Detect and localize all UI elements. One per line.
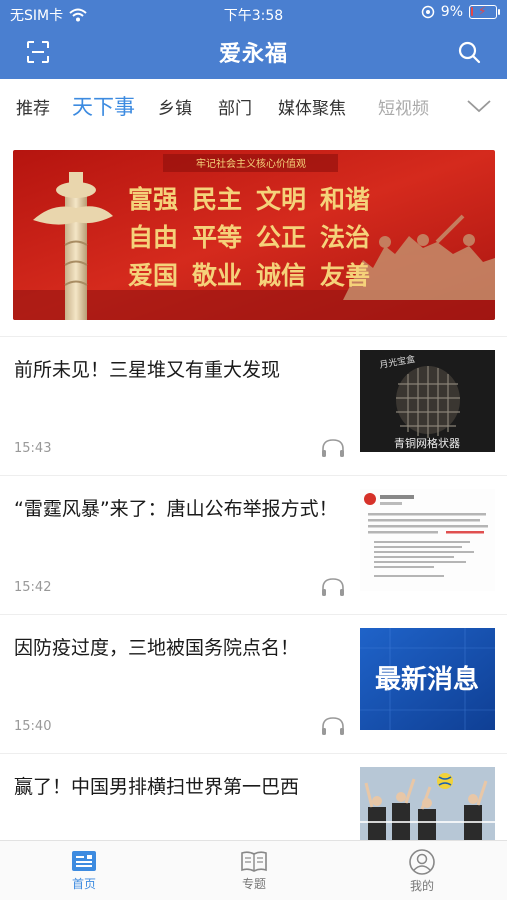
news-title[interactable]: “雷霆风暴”来了：唐山公布举报方式！ [14,492,344,526]
top-bar: 无SIM卡 下午3:58 9% ⚡ 爱永福 [0,0,507,79]
tab-world-news[interactable]: 天下事 [72,91,135,121]
tab-departments[interactable]: 部门 [218,94,252,119]
tab-media-focus[interactable]: 媒体聚焦 [278,94,346,119]
core-value-text: 文明 [256,185,306,214]
core-value-text: 诚信 [256,261,306,290]
news-title[interactable]: 前所未见！三星堆又有重大发现 [14,353,344,387]
nav-topics[interactable]: 专题 [214,849,294,892]
battery-icon: ⚡ [469,4,500,19]
chevron-down-icon[interactable] [465,93,493,119]
open-book-icon [241,851,267,872]
core-value-text: 平等 [192,223,242,252]
charging-bolt-icon: ⚡ [478,4,487,18]
headphones-icon[interactable] [320,437,346,459]
news-thumbnail[interactable] [360,489,495,591]
tab-townships[interactable]: 乡镇 [158,94,192,119]
core-value-text: 法治 [320,223,370,252]
core-value-text: 公正 [256,223,306,252]
core-value-text: 爱国 [128,261,178,290]
news-time: 15:40 [14,719,52,734]
thumbnail-caption: 青铜网格状器 [394,436,460,450]
news-thumbnail[interactable]: 最新消息 [360,628,495,730]
core-value-text: 友善 [320,261,370,290]
thumbnail-headline: 最新消息 [375,664,479,695]
core-values-banner[interactable]: 牢记社会主义核心价值观 富强 民主 文明 和谐自由 平等 公正 法治爱国 敬业 诚信 友善 [13,150,495,320]
banner-caption: 牢记社会主义核心价值观 [196,157,306,170]
headphones-icon[interactable] [320,715,346,737]
battery-fill [471,7,473,16]
news-item[interactable]: 赢了！中国男排横扫世界第一巴西 [0,753,507,841]
core-value-text: 和谐 [320,185,370,214]
bottom-nav: 首页 专题 我的 [0,840,507,900]
core-value-text: 敬业 [191,261,242,290]
news-item[interactable]: 前所未见！三星堆又有重大发现 15:43 月光宝盒 青铜网格状器 [0,336,507,475]
news-thumbnail[interactable] [360,767,495,841]
news-title[interactable]: 赢了！中国男排横扫世界第一巴西 [14,770,344,804]
nav-topics-label: 专题 [241,877,266,891]
nav-home-label: 首页 [71,877,96,891]
news-title[interactable]: 因防疫过度，三地被国务院点名！ [14,631,344,665]
core-value-text: 民主 [192,185,242,214]
app-title: 爱永福 [218,42,288,67]
news-thumbnail[interactable]: 月光宝盒 青铜网格状器 [360,350,495,452]
category-tabs: 推荐 天下事 乡镇 部门 媒体聚焦 短视频 [0,79,507,135]
news-item[interactable]: “雷霆风暴”来了：唐山公布举报方式！ 15:42 [0,475,507,614]
tab-short-video[interactable]: 短视频 [378,94,429,119]
orientation-lock-icon [421,5,435,19]
nav-profile[interactable]: 我的 [382,849,462,894]
headphones-icon[interactable] [320,576,346,598]
user-profile-icon [409,849,435,875]
nav-profile-label: 我的 [409,879,434,893]
core-value-text: 自由 [128,223,178,252]
tab-recommend[interactable]: 推荐 [16,94,50,119]
news-item[interactable]: 因防疫过度，三地被国务院点名！ 15:40 最新消息 [0,614,507,753]
news-time: 15:43 [14,441,52,456]
core-value-text: 富强 [128,185,178,214]
nav-home[interactable]: 首页 [44,849,124,892]
search-icon[interactable] [457,40,481,64]
battery-percent: 9% [440,4,463,20]
home-news-icon [72,851,96,871]
status-bar: 无SIM卡 下午3:58 9% ⚡ [0,0,507,28]
news-time: 15:42 [14,580,52,595]
